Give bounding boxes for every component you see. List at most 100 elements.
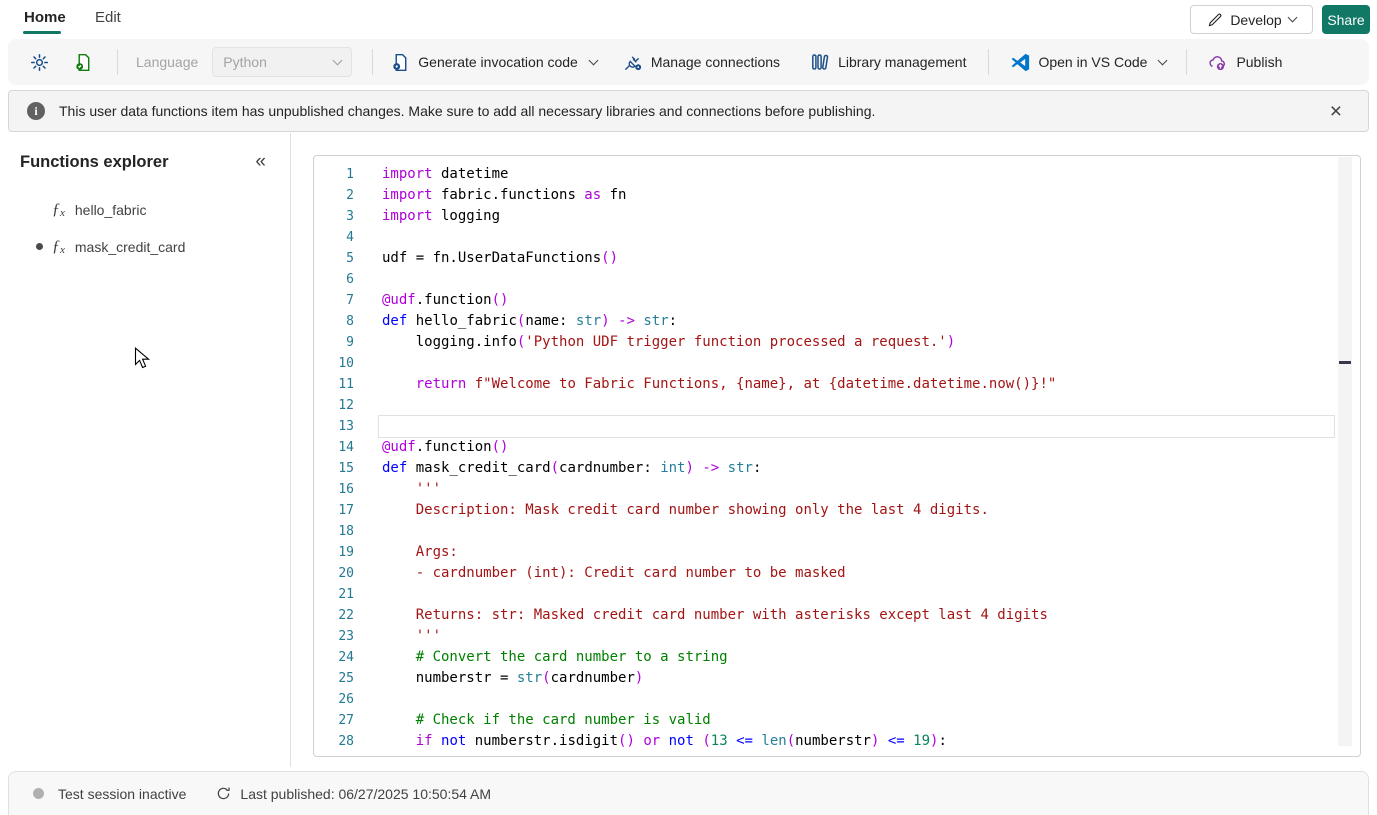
generate-invocation-code-button[interactable]: Generate invocation code bbox=[391, 53, 599, 72]
info-icon: i bbox=[27, 102, 45, 120]
line-number: 9 bbox=[346, 335, 354, 350]
develop-button[interactable]: Develop bbox=[1190, 5, 1313, 34]
plug-connection-icon bbox=[623, 52, 643, 72]
line-number: 1 bbox=[346, 167, 354, 182]
line-content: @udf.function() bbox=[382, 439, 509, 455]
line-content: numberstr = str(cardnumber) bbox=[382, 670, 644, 686]
line-content: import datetime bbox=[382, 166, 509, 182]
chevron-down-icon bbox=[332, 55, 343, 65]
source-file-icon[interactable] bbox=[74, 53, 93, 72]
code-line[interactable]: 1 import datetime bbox=[314, 164, 1360, 185]
banner-close-icon[interactable]: × bbox=[1330, 101, 1342, 122]
line-content: @udf.function() bbox=[382, 292, 509, 308]
language-value: Python bbox=[223, 54, 267, 70]
code-line[interactable]: 20 - cardnumber (int): Credit card numbe… bbox=[314, 563, 1360, 584]
toolbar-separator bbox=[117, 49, 118, 75]
code-line[interactable]: 10 bbox=[314, 353, 1360, 374]
line-content bbox=[379, 689, 1334, 710]
line-content: def hello_fabric(name: str) -> str: bbox=[382, 313, 678, 329]
mouse-cursor bbox=[134, 347, 151, 375]
publish-label: Publish bbox=[1236, 54, 1283, 70]
code-line[interactable]: 23 ''' bbox=[314, 626, 1360, 647]
code-lines: 1 import datetime 2 import fabric.functions… bbox=[314, 164, 1360, 752]
function-item[interactable]: ƒx hello_fabric bbox=[0, 191, 290, 228]
code-line[interactable]: 12 bbox=[314, 395, 1360, 416]
code-line[interactable]: 4 bbox=[314, 227, 1360, 248]
line-number: 20 bbox=[338, 566, 354, 581]
code-line[interactable]: 28 if not numberstr.isdigit() or not (13… bbox=[314, 731, 1360, 752]
line-number: 2 bbox=[346, 188, 354, 203]
develop-label: Develop bbox=[1230, 11, 1282, 28]
line-content bbox=[379, 416, 1334, 437]
code-line[interactable]: 13 bbox=[314, 416, 1360, 437]
function-list: ƒx hello_fabric ƒx mask_credit_card bbox=[0, 191, 290, 265]
code-line[interactable]: 24 # Convert the card number to a string bbox=[314, 647, 1360, 668]
code-line[interactable]: 25 numberstr = str(cardnumber) bbox=[314, 668, 1360, 689]
generate-invocation-code-label: Generate invocation code bbox=[418, 54, 578, 70]
editor-scrollbar[interactable] bbox=[1338, 157, 1352, 746]
line-content: return f"Welcome to Fabric Functions, {n… bbox=[415, 376, 1057, 392]
code-line[interactable]: 11 return f"Welcome to Fabric Functions,… bbox=[314, 374, 1360, 395]
code-line[interactable]: 22 Returns: str: Masked credit card numb… bbox=[314, 605, 1360, 626]
line-content: import fabric.functions as fn bbox=[382, 187, 627, 203]
line-content: if not numberstr.isdigit() or not (13 <=… bbox=[415, 733, 947, 749]
invocation-file-icon bbox=[391, 53, 410, 72]
line-number: 14 bbox=[338, 440, 354, 455]
line-number: 5 bbox=[346, 251, 354, 266]
chevron-down-icon bbox=[588, 55, 599, 65]
line-content: def mask_credit_card(cardnumber: int) ->… bbox=[382, 460, 762, 476]
code-line[interactable]: 17 Description: Mask credit card number … bbox=[314, 500, 1360, 521]
code-line[interactable]: 2 import fabric.functions as fn bbox=[314, 185, 1360, 206]
library-management-button[interactable]: Library management bbox=[810, 52, 966, 72]
top-tab-bar: Home Edit Develop Share bbox=[0, 0, 1377, 38]
line-number: 23 bbox=[338, 629, 354, 644]
language-select[interactable]: Python bbox=[212, 47, 353, 77]
code-line[interactable]: 8 def hello_fabric(name: str) -> str: bbox=[314, 311, 1360, 332]
functions-explorer-panel: Functions explorer « ƒx hello_fabric ƒx mas… bbox=[0, 133, 291, 767]
code-line[interactable]: 3 import logging bbox=[314, 206, 1360, 227]
line-number: 17 bbox=[338, 503, 354, 518]
functions-explorer-title: Functions explorer bbox=[20, 153, 169, 171]
collapse-panel-icon[interactable]: « bbox=[255, 151, 266, 173]
ribbon-toolbar: Language Python Generate invocation code… bbox=[8, 39, 1369, 85]
code-line[interactable]: 19 Args: bbox=[314, 542, 1360, 563]
line-number: 22 bbox=[338, 608, 354, 623]
code-line[interactable]: 9 logging.info('Python UDF trigger funct… bbox=[314, 332, 1360, 353]
settings-gear-icon[interactable] bbox=[30, 53, 49, 72]
toolbar-separator bbox=[988, 49, 990, 75]
code-line[interactable]: 5 udf = fn.UserDataFunctions() bbox=[314, 248, 1360, 269]
line-content bbox=[379, 269, 1334, 290]
line-number: 4 bbox=[346, 230, 354, 245]
publish-button[interactable]: Publish bbox=[1207, 52, 1282, 73]
line-number: 7 bbox=[346, 293, 354, 308]
code-line[interactable]: 26 bbox=[314, 689, 1360, 710]
line-content bbox=[379, 584, 1334, 605]
code-line[interactable]: 27 # Check if the card number is valid bbox=[314, 710, 1360, 731]
code-line[interactable]: 16 ''' bbox=[314, 479, 1360, 500]
code-line[interactable]: 15 def mask_credit_card(cardnumber: int) … bbox=[314, 458, 1360, 479]
function-item[interactable]: ƒx mask_credit_card bbox=[0, 228, 290, 265]
cursor-position-marker bbox=[1339, 361, 1351, 364]
library-books-icon bbox=[810, 52, 830, 72]
line-content: Returns: str: Masked credit card number … bbox=[415, 607, 1048, 623]
tab-home[interactable]: Home bbox=[24, 9, 66, 26]
open-in-vscode-button[interactable]: Open in VS Code bbox=[1009, 52, 1168, 73]
code-line[interactable]: 14 @udf.function() bbox=[314, 437, 1360, 458]
manage-connections-button[interactable]: Manage connections bbox=[623, 52, 780, 72]
line-content: # Convert the card number to a string bbox=[415, 649, 728, 665]
code-line[interactable]: 6 bbox=[314, 269, 1360, 290]
user-data-functions-app: Home Edit Develop Share Language Python bbox=[0, 0, 1377, 815]
line-number: 21 bbox=[338, 587, 354, 602]
code-editor[interactable]: 1 import datetime 2 import fabric.functions… bbox=[313, 155, 1361, 757]
line-content: # Check if the card number is valid bbox=[415, 712, 711, 728]
function-item-label: hello_fabric bbox=[74, 201, 147, 218]
tab-edit[interactable]: Edit bbox=[95, 9, 121, 26]
line-number: 6 bbox=[346, 272, 354, 287]
line-number: 15 bbox=[338, 461, 354, 476]
banner-text: This user data functions item has unpubl… bbox=[59, 103, 876, 119]
code-line[interactable]: 7 @udf.function() bbox=[314, 290, 1360, 311]
code-line[interactable]: 18 bbox=[314, 521, 1360, 542]
code-line[interactable]: 21 bbox=[314, 584, 1360, 605]
share-button[interactable]: Share bbox=[1322, 5, 1370, 34]
library-management-label: Library management bbox=[838, 54, 967, 70]
